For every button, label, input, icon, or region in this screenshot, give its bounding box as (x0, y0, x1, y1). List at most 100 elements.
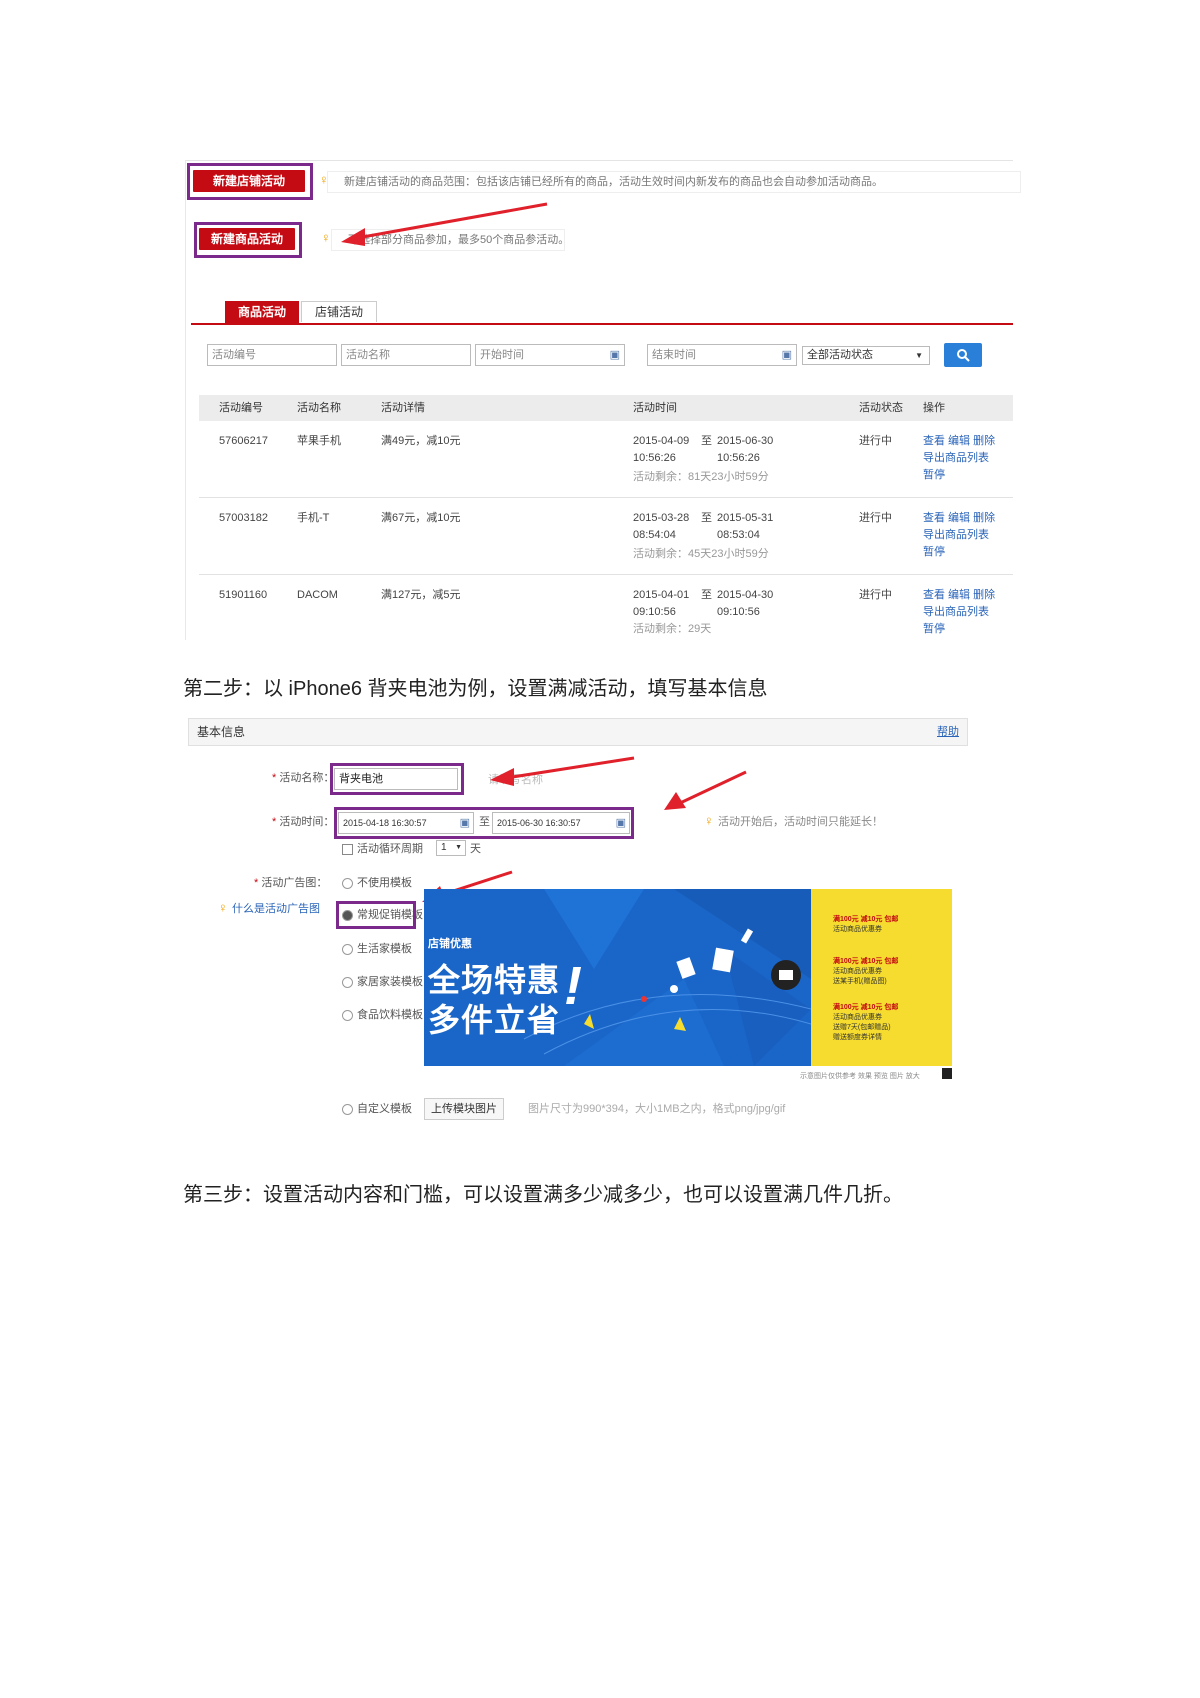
arrow-annotation-icon (490, 756, 635, 786)
ad-option-none[interactable]: 不使用模板 (342, 874, 412, 892)
remaining-time: 活动剩余：29天 (633, 623, 712, 635)
divider (185, 160, 186, 640)
row-actions-link[interactable]: 查看 编辑 删除 (923, 433, 995, 450)
radio-button[interactable] (342, 1103, 353, 1115)
table-row: 51901160 DACOM 满127元，减5元 2015-04-01 09:1… (199, 575, 1013, 639)
highlight-box (194, 222, 302, 258)
end-time-input[interactable]: 结束时间 ▣ (647, 344, 797, 366)
export-items-link[interactable]: 导出商品列表 (923, 527, 989, 544)
repeat-select[interactable]: 1 ▼ (436, 840, 466, 856)
tab-item-activity[interactable]: 商品活动 (225, 301, 299, 323)
end-time: 08:53:04 (717, 529, 760, 541)
end-date: 2015-06-30 (717, 435, 774, 447)
activity-id-input[interactable]: 活动编号 (207, 344, 337, 366)
upload-image-button[interactable]: 上传模块图片 (424, 1098, 504, 1120)
end-time: 09:10:56 (717, 606, 760, 618)
row-actions-link[interactable]: 查看 编辑 删除 (923, 510, 995, 527)
export-items-link[interactable]: 导出商品列表 (923, 450, 989, 467)
tab-shop-activity[interactable]: 店铺活动 (301, 301, 377, 322)
radio-button[interactable] (342, 877, 353, 889)
ad-image-label: * 活动广告图： (254, 877, 328, 889)
step-two-heading: 第二步：以 iPhone6 背夹电池为例，设置满减活动，填写基本信息 (183, 678, 768, 700)
status-select[interactable]: 全部活动状态 ▼ (802, 346, 930, 365)
coupon-item: 满100元 减10元 包邮 活动商品优惠券 送赠7天(包邮赠品) 赠送额度券详情 (833, 1004, 899, 1041)
ad-option-lifestyle[interactable]: 生活家模板 (342, 940, 412, 958)
basic-info-screenshot: 基本信息 帮助 * 活动名称： 背夹电池 请填写名称 * 活动时间： 2015-… (188, 718, 968, 1128)
pause-link[interactable]: 暂停 (923, 467, 945, 484)
repeat-unit: 天 (470, 843, 481, 855)
ad-image-help-link[interactable]: 什么是活动广告图 (232, 900, 320, 918)
banner-blue-panel: 店铺优惠 全场特惠 多件立省 ! (424, 889, 811, 1066)
repeat-checkbox-label[interactable]: 活动循环周期 (342, 840, 423, 858)
activity-list-screenshot: 新建店铺活动 ♀ 新建店铺活动的商品范围：包括该店铺已经所有的商品，活动生效时间… (185, 160, 1021, 640)
new-shop-activity-tip: 新建店铺活动的商品范围：包括该店铺已经所有的商品，活动生效时间内新发布的商品也会… (327, 171, 1021, 193)
search-button[interactable] (944, 343, 982, 367)
end-time-placeholder: 结束时间 (652, 349, 696, 361)
section-title: 基本信息 (197, 725, 246, 739)
column-header: 活动时间 (633, 402, 677, 414)
start-time-input[interactable]: 开始时间 ▣ (475, 344, 625, 366)
ad-option-home[interactable]: 家居家装模板 (342, 973, 423, 991)
time-separator: 至 (701, 512, 712, 524)
time-tip: 活动开始后，活动时间只能延长！ (718, 816, 883, 828)
calendar-icon[interactable]: ▣ (782, 345, 792, 365)
table-header: 活动编号 活动名称 活动详情 活动时间 活动状态 操作 (199, 395, 1013, 421)
ad-option-food[interactable]: 食品饮料模板 (342, 1006, 423, 1024)
tab-underline (191, 323, 1013, 325)
highlight-box (330, 763, 464, 795)
lightbulb-icon: ♀ (704, 813, 714, 828)
ad-option-custom[interactable]: 自定义模板 (342, 1100, 412, 1118)
column-header: 活动详情 (381, 402, 425, 414)
start-date: 2015-03-28 (633, 512, 690, 524)
banner-brand: 店铺优惠 (428, 938, 472, 950)
divider (185, 160, 1013, 161)
banner-caption: 示意图片仅供参考 效果 预览 图片 放大 (800, 1073, 920, 1080)
activity-name-label: * 活动名称： (272, 772, 335, 784)
column-header: 操作 (923, 402, 945, 414)
activity-id: 57003182 (219, 512, 268, 524)
search-icon (957, 349, 970, 362)
radio-button[interactable] (342, 1009, 353, 1021)
radio-button[interactable] (342, 976, 353, 988)
calendar-icon[interactable]: ▣ (610, 345, 620, 365)
activity-name: DACOM (297, 589, 338, 601)
coupon-item: 满100元 减10元 包邮 活动商品优惠券 送某手机(赠品图) (833, 958, 899, 985)
repeat-checkbox[interactable] (342, 843, 353, 855)
repeat-value: 1 (441, 842, 447, 853)
radio-button[interactable] (342, 943, 353, 955)
pause-link[interactable]: 暂停 (923, 544, 945, 561)
exclamation-icon: ! (564, 956, 582, 1016)
row-actions-link[interactable]: 查看 编辑 删除 (923, 587, 995, 604)
activity-name: 苹果手机 (297, 435, 341, 447)
activity-id: 51901160 (219, 589, 268, 601)
banner-coupon-panel: 满100元 减10元 包邮 活动商品优惠券 满100元 减10元 包邮 活动商品优惠… (811, 889, 952, 1066)
activity-detail: 满67元，减10元 (381, 512, 461, 524)
pause-link[interactable]: 暂停 (923, 621, 945, 638)
start-time: 08:54:04 (633, 529, 676, 541)
end-date: 2015-05-31 (717, 512, 774, 524)
export-items-link[interactable]: 导出商品列表 (923, 604, 989, 621)
banner-subheadline: 多件立省 (428, 1002, 561, 1038)
arrow-annotation-icon (341, 202, 548, 246)
step-three-heading: 第三步：设置活动内容和门槛，可以设置满多少减多少，也可以设置满几件几折。 (183, 1184, 903, 1206)
highlight-box (334, 807, 634, 839)
activity-status: 进行中 (859, 435, 892, 447)
end-time: 10:56:26 (717, 452, 760, 464)
table-row: 57003182 手机-T 满67元，减10元 2015-03-28 08:54… (199, 498, 1013, 575)
table-row: 57606217 苹果手机 满49元，减10元 2015-04-09 10:56… (199, 421, 1013, 498)
time-separator: 至 (701, 589, 712, 601)
coupon-item: 满100元 减10元 包邮 活动商品优惠券 (833, 916, 899, 933)
chevron-down-icon: ▼ (455, 844, 462, 851)
start-time: 09:10:56 (633, 606, 676, 618)
start-time-placeholder: 开始时间 (480, 349, 524, 361)
help-link[interactable]: 帮助 (937, 719, 959, 745)
highlight-box (336, 901, 416, 929)
activity-detail: 满49元，减10元 (381, 435, 461, 447)
section-header: 基本信息 帮助 (188, 718, 968, 746)
activity-detail: 满127元，减5元 (381, 589, 461, 601)
zoom-icon[interactable] (942, 1068, 952, 1079)
lightbulb-icon: ♀ (321, 230, 331, 245)
end-date: 2015-04-30 (717, 589, 774, 601)
activity-name-input[interactable]: 活动名称 (341, 344, 471, 366)
arrow-annotation-icon (664, 770, 747, 810)
